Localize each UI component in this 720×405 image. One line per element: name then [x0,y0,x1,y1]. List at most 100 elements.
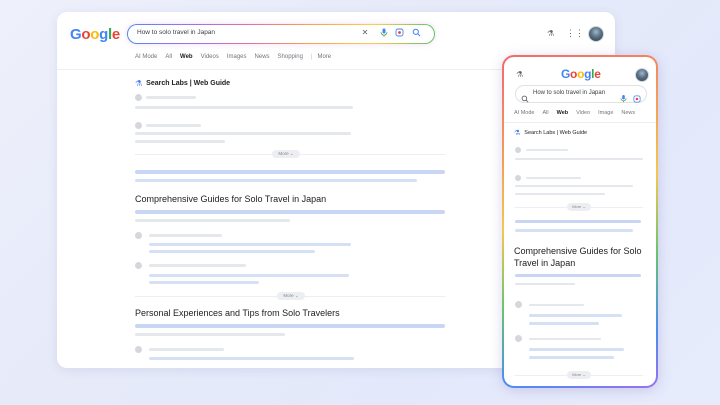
more-button[interactable]: More ⌄ [277,292,305,300]
placeholder-line [135,106,353,109]
search-input[interactable]: How to solo travel in Japan [533,90,605,96]
tab-image[interactable]: Image [598,110,613,116]
flask-icon[interactable]: ⚗ [516,70,523,79]
tab-news[interactable]: News [621,110,635,116]
search-icon[interactable] [411,28,421,38]
avatar[interactable] [635,68,649,82]
tab-web[interactable]: Web [180,54,193,66]
search-input[interactable]: How to solo travel in Japan [137,29,215,36]
placeholder-line [135,219,290,222]
result-link-line[interactable] [149,274,349,277]
close-icon[interactable]: ✕ [360,28,370,38]
list-item-dot [135,122,142,129]
placeholder-line [515,185,633,187]
tab-shopping[interactable]: Shopping [278,54,303,66]
labs-flask-icon: ⚗ [514,130,521,137]
tab-more[interactable]: More [317,54,331,66]
logo-letter: o [90,26,100,43]
google-logo[interactable]: Google [561,67,601,81]
result-link-line[interactable] [149,281,259,284]
result-link-line[interactable] [149,243,351,246]
avatar[interactable] [588,26,604,42]
labs-banner: ⚗ Search Labs | Web Guide [135,79,230,88]
logo-letter: g [99,26,108,43]
list-item-dot [135,346,142,353]
list-item-dot [135,232,142,239]
google-logo[interactable]: Google [70,26,120,43]
placeholder-line [135,140,225,143]
tab-separator: | [310,54,313,60]
placeholder-line [515,193,605,195]
result-link-line[interactable] [515,274,641,277]
labs-label: Search Labs | Web Guide [524,130,588,136]
result-link-line[interactable] [529,314,622,317]
logo-letter: G [70,26,82,43]
logo-letter: o [570,67,578,81]
mic-icon[interactable] [379,28,389,38]
mobile-screen: ⚗ Google How to solo travel in Japan AI … [504,57,656,386]
search-icon [521,90,529,108]
mic-icon[interactable] [620,90,627,108]
labs-flask-icon: ⚗ [135,79,143,88]
placeholder-line [135,333,285,336]
result-link-line[interactable] [135,170,445,174]
tab-ai-mode[interactable]: AI Mode [135,54,157,66]
placeholder-line [135,132,351,135]
result-link-line[interactable] [149,250,315,253]
tab-images[interactable]: Images [227,54,247,66]
tab-video[interactable]: Video [576,110,590,116]
placeholder-line [526,149,568,151]
section-heading: Comprehensive Guides for Solo Travel in … [135,194,327,204]
section-heading: Personal Experiences and Tips from Solo … [135,308,340,318]
list-item-dot [515,147,521,153]
apps-grid-icon[interactable]: ⋮⋮ [566,28,584,39]
placeholder-line [149,264,246,267]
tab-all[interactable]: All [165,54,172,66]
search-box[interactable]: How to solo travel in Japan ✕ [127,24,435,44]
placeholder-line [149,234,222,237]
more-button[interactable]: More ⌄ [567,203,591,211]
placeholder-line [529,338,601,340]
logo-letter: e [111,26,120,43]
result-link-line[interactable] [529,348,624,351]
list-item-dot [515,301,522,308]
flask-icon[interactable]: ⚗ [547,29,554,38]
placeholder-line [146,124,201,127]
logo-letter: e [594,67,601,81]
lens-icon[interactable] [633,90,641,108]
logo-letter: o [81,26,91,43]
labs-banner: ⚗ Search Labs | Web Guide [514,129,587,137]
placeholder-line [529,304,584,306]
tab-web[interactable]: Web [557,110,569,116]
result-link-line[interactable] [515,229,633,232]
section-heading: Comprehensive Guides for Solo Travel in … [514,246,642,268]
list-item-dot [515,335,522,342]
result-link-line[interactable] [135,210,445,214]
placeholder-line [149,348,224,351]
list-item-dot [135,94,142,101]
tab-all[interactable]: All [542,110,548,116]
placeholder-line [146,96,196,99]
more-button[interactable]: More ⌄ [272,150,300,158]
result-link-line[interactable] [529,322,599,325]
more-button[interactable]: More ⌄ [567,371,591,379]
result-link-line[interactable] [529,356,614,359]
labs-label: Search Labs | Web Guide [146,80,231,87]
tab-ai-mode[interactable]: AI Mode [514,110,534,116]
lens-icon[interactable] [394,28,404,38]
logo-letter: G [561,67,571,81]
tab-news[interactable]: News [255,54,270,66]
mobile-device-frame: ⚗ Google How to solo travel in Japan AI … [502,55,658,388]
result-link-line[interactable] [135,324,445,328]
tab-videos[interactable]: Videos [201,54,219,66]
result-link-line[interactable] [515,220,641,223]
list-item-dot [515,175,521,181]
header-divider [504,122,656,123]
placeholder-line [515,158,643,160]
search-box[interactable]: How to solo travel in Japan [515,85,647,103]
logo-letter: o [577,67,585,81]
placeholder-line [526,177,581,179]
result-link-line[interactable] [149,357,354,360]
search-tabs: AI Mode All Web Video Image News [514,110,643,116]
result-link-line[interactable] [135,179,417,182]
